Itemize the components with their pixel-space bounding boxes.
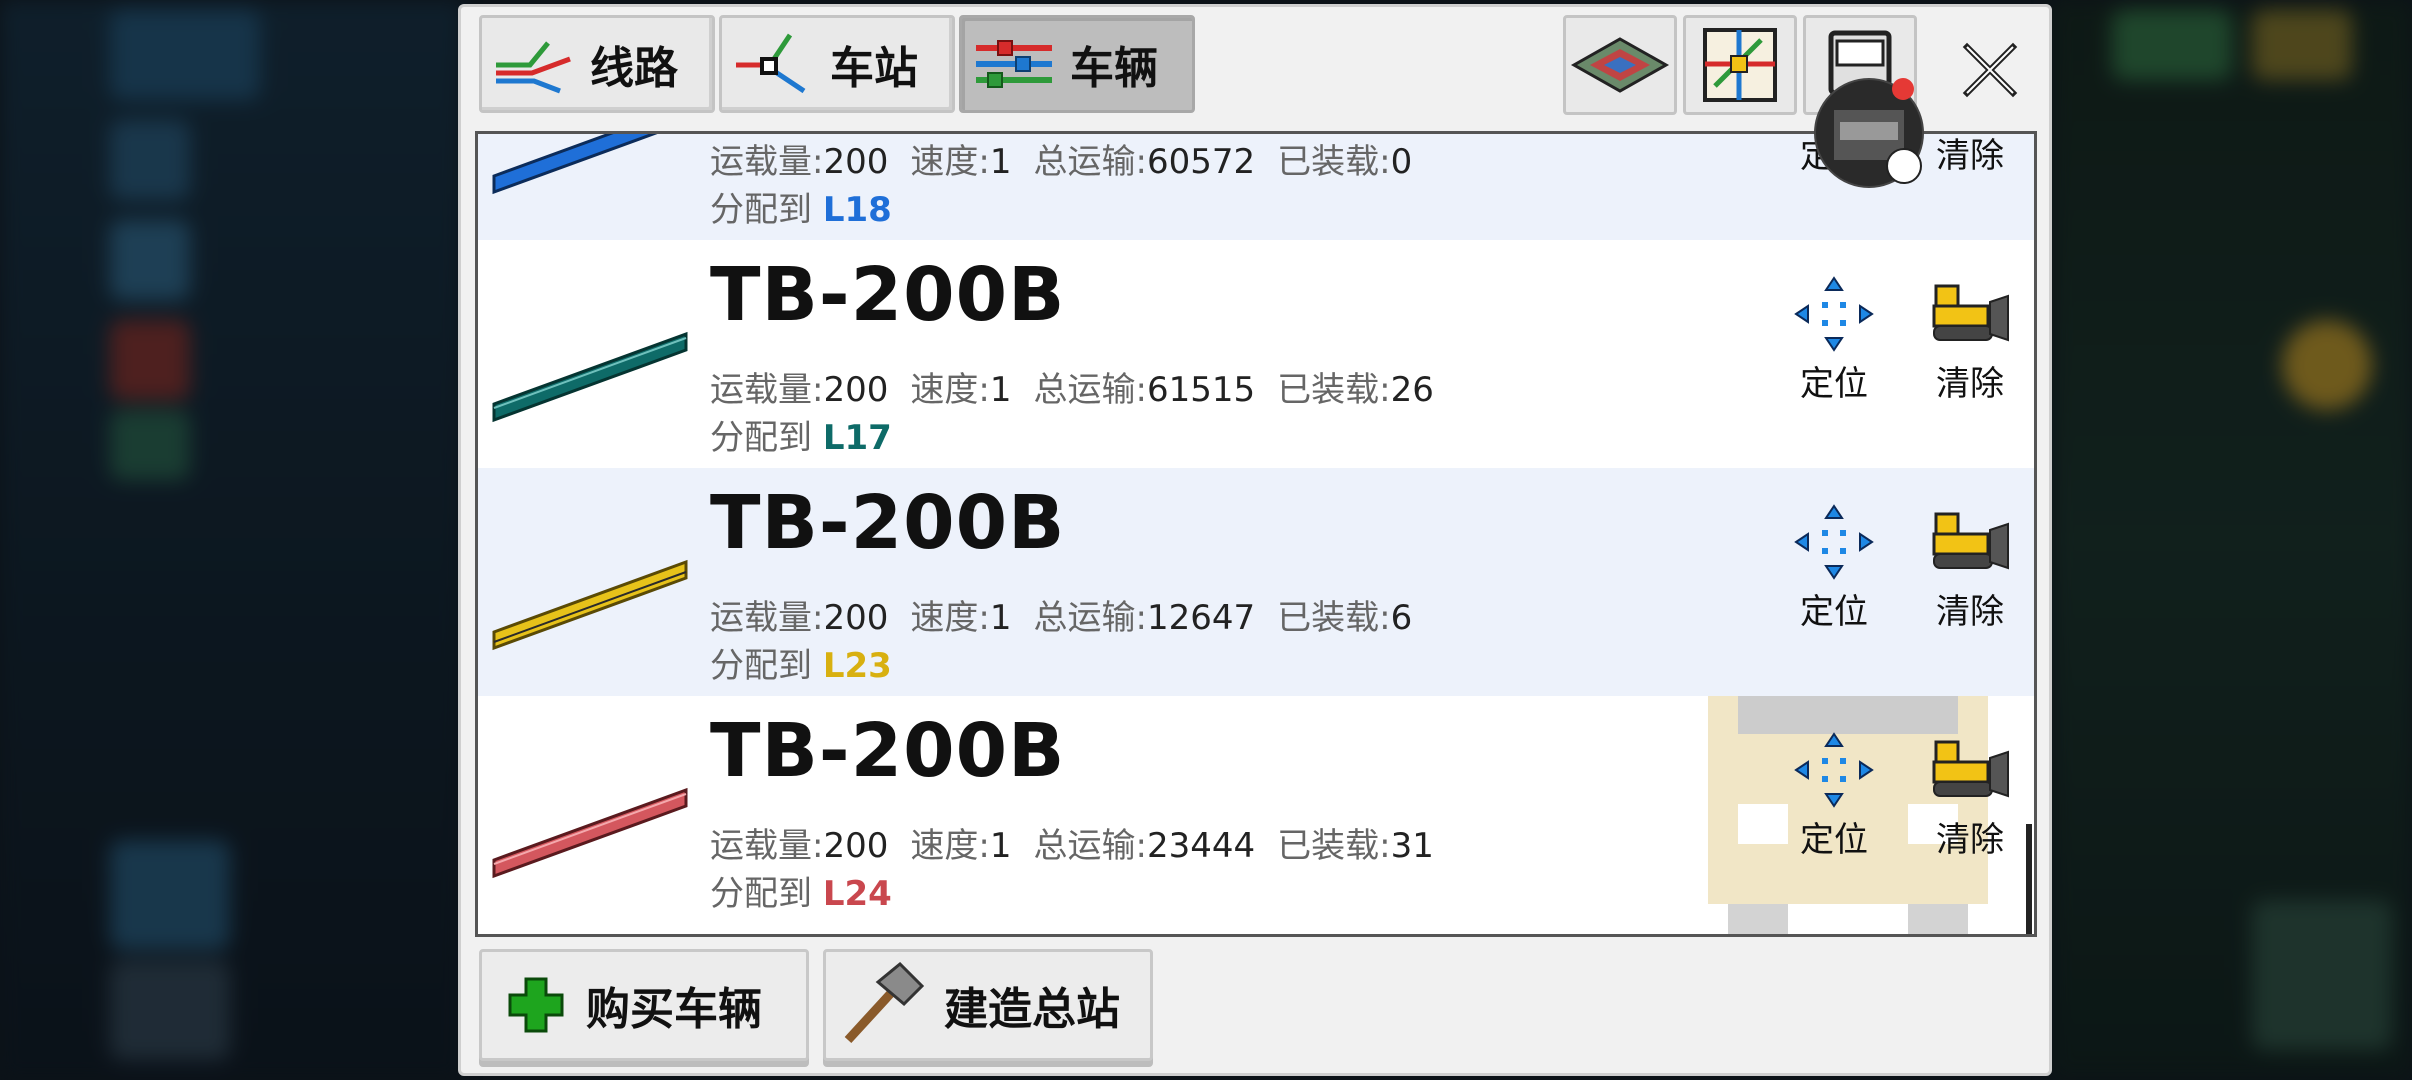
train-icon	[492, 559, 688, 651]
vehicles-icon	[976, 40, 1052, 88]
vehicle-model-name: TB-200B	[710, 480, 1066, 566]
assigned-line: 分配到 L23	[710, 646, 892, 686]
tab-lines-label: 线路	[590, 43, 678, 94]
assigned-line: 分配到 L18	[710, 190, 892, 230]
locate-label: 定位	[1800, 364, 1868, 404]
vehicle-row[interactable]: TB-200B 运载量:200 速度:1 总运输:23444 已装载:31 分配到 L…	[478, 696, 2034, 924]
train-icon	[492, 331, 688, 423]
locate-label: 定位	[1800, 820, 1868, 860]
clear-button[interactable]: 清除	[1920, 134, 2020, 177]
build-terminal-button[interactable]: 建造总站	[823, 949, 1153, 1061]
bulldozer-icon	[1932, 512, 2009, 570]
train-icon	[492, 787, 688, 879]
locate-button[interactable]: 定位	[1784, 732, 1884, 861]
game-background-left	[0, 0, 462, 1080]
locate-label: 定位	[1800, 592, 1868, 632]
lines-icon	[496, 41, 571, 94]
vehicle-row[interactable]: TB-200B 运载量:200 速度:1 总运输:61515 已装载:26 分配到 L…	[478, 240, 2034, 468]
qq-badge-icon	[1886, 148, 1922, 184]
game-background-right	[2052, 0, 2412, 1080]
transit-map-icon	[1703, 28, 1777, 102]
bulldozer-icon	[1932, 284, 2009, 342]
tab-vehicles[interactable]: 车辆	[959, 15, 1195, 113]
clear-button[interactable]: 清除	[1920, 504, 2020, 633]
terrain-map-button[interactable]	[1563, 15, 1677, 115]
buy-vehicle-label: 购买车辆	[586, 984, 762, 1035]
assigned-line: 分配到 L17	[710, 418, 892, 458]
tab-vehicles-label: 车辆	[1070, 43, 1158, 94]
locate-button[interactable]: 定位	[1784, 276, 1884, 405]
build-terminal-label: 建造总站	[944, 984, 1120, 1035]
vehicle-stats: 运载量:200 速度:1 总运输:60572 已装载:0	[710, 142, 1413, 182]
hammer-icon	[844, 962, 924, 1044]
station-icon	[736, 33, 806, 94]
vehicle-model-name: TB-200B	[710, 252, 1066, 338]
vehicle-management-panel: 线路 车站 车辆 运载量:200 速度:1 总运输:60572 已装载:0 分配…	[458, 4, 2052, 1076]
close-icon	[1962, 42, 2018, 98]
train-icon	[492, 134, 658, 195]
clear-label: 清除	[1936, 592, 2004, 632]
clear-label: 清除	[1936, 820, 2004, 860]
scrollbar-thumb[interactable]	[2026, 824, 2032, 934]
vehicle-stats: 运载量:200 速度:1 总运输:12647 已装载:6	[710, 598, 1413, 638]
notification-dot	[1892, 78, 1914, 100]
bulldozer-icon	[1932, 740, 2009, 798]
tab-lines[interactable]: 线路	[479, 15, 715, 113]
terrain-map-icon	[1570, 37, 1670, 93]
locate-icon	[1794, 276, 1874, 352]
close-button[interactable]	[1945, 25, 2035, 115]
assigned-line: 分配到 L24	[710, 874, 892, 914]
clear-label: 清除	[1936, 136, 2004, 176]
vehicle-list[interactable]: 运载量:200速度:1总运输:60572已装载:0 分配到 L18 定位 清除 …	[475, 131, 2037, 937]
tab-stations[interactable]: 车站	[719, 15, 955, 113]
locate-icon	[1794, 732, 1874, 808]
buy-vehicle-button[interactable]: 购买车辆	[479, 949, 809, 1061]
clear-button[interactable]: 清除	[1920, 732, 2020, 861]
clear-label: 清除	[1936, 364, 2004, 404]
vehicle-stats: 运载量:200 速度:1 总运输:23444 已装载:31	[710, 826, 1434, 866]
vehicle-row[interactable]: TB-200B 运载量:200 速度:1 总运输:12647 已装载:6 分配到 L2…	[478, 468, 2034, 696]
add-icon	[508, 977, 564, 1033]
clear-button[interactable]: 清除	[1920, 276, 2020, 405]
vehicle-stats: 运载量:200 速度:1 总运输:61515 已装载:26	[710, 370, 1434, 410]
vehicle-row[interactable]: 运载量:200速度:1总运输:60572已装载:0 分配到 L18 定位 清除	[478, 134, 2034, 240]
transit-map-button[interactable]	[1683, 15, 1797, 115]
tab-stations-label: 车站	[830, 43, 918, 94]
vehicle-model-name: TB-200B	[710, 708, 1066, 794]
locate-icon	[1794, 504, 1874, 580]
locate-button[interactable]: 定位	[1784, 504, 1884, 633]
